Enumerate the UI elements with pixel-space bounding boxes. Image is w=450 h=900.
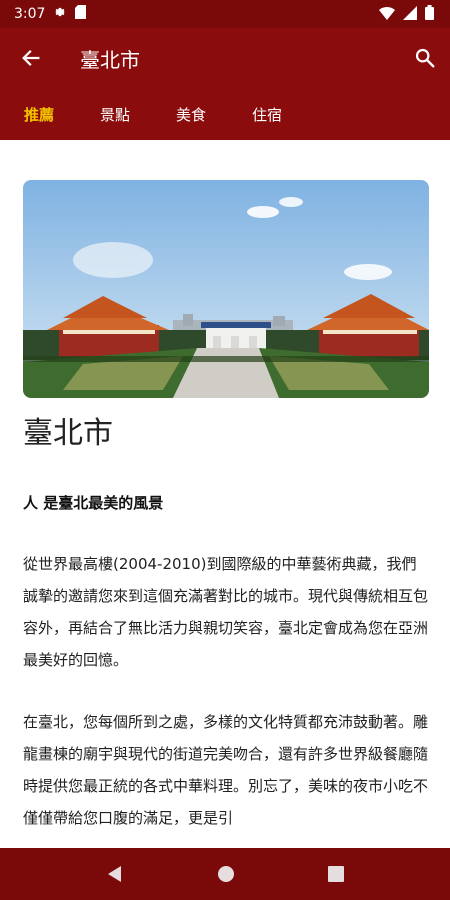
article-paragraph: 從世界最高樓(2004-2010)到國際級的中華藝術典藏，我們誠摯的邀請您來到這… bbox=[23, 555, 429, 669]
wifi-icon bbox=[379, 5, 395, 24]
article-paragraph: 在臺北，您每個所到之處，多樣的文化特質都充沛鼓動著。雕龍畫棟的廟宇與現代的街道完… bbox=[23, 713, 429, 827]
article-title: 臺北市 bbox=[23, 416, 113, 451]
back-triangle-icon[interactable] bbox=[106, 865, 124, 883]
system-nav-bar bbox=[0, 848, 450, 900]
tab-bar: 推薦 景點 美食 住宿 bbox=[0, 88, 450, 140]
home-circle-icon[interactable] bbox=[217, 865, 235, 883]
battery-icon bbox=[425, 4, 434, 24]
gear-icon bbox=[53, 5, 67, 23]
tab-food[interactable]: 美食 bbox=[176, 104, 206, 125]
page-title: 臺北市 bbox=[80, 47, 140, 72]
tab-recommended[interactable]: 推薦 bbox=[24, 104, 54, 125]
app-bar: 臺北市 bbox=[0, 28, 450, 88]
arrow-back-icon[interactable] bbox=[20, 47, 42, 69]
article-subtitle: 人 是臺北最美的風景 bbox=[23, 494, 164, 512]
article-content[interactable]: 臺北市 人 是臺北最美的風景 從世界最高樓(2004-2010)到國際級的中華藝… bbox=[0, 140, 450, 848]
status-bar: 3:07 bbox=[0, 0, 450, 28]
signal-icon bbox=[403, 5, 417, 24]
search-icon[interactable] bbox=[414, 47, 436, 69]
recents-square-icon[interactable] bbox=[327, 866, 344, 882]
hero-image bbox=[23, 180, 429, 398]
sd-card-icon bbox=[75, 5, 87, 23]
tab-attractions[interactable]: 景點 bbox=[100, 104, 130, 125]
tab-accommodation[interactable]: 住宿 bbox=[252, 104, 282, 125]
status-time: 3:07 bbox=[14, 6, 46, 22]
